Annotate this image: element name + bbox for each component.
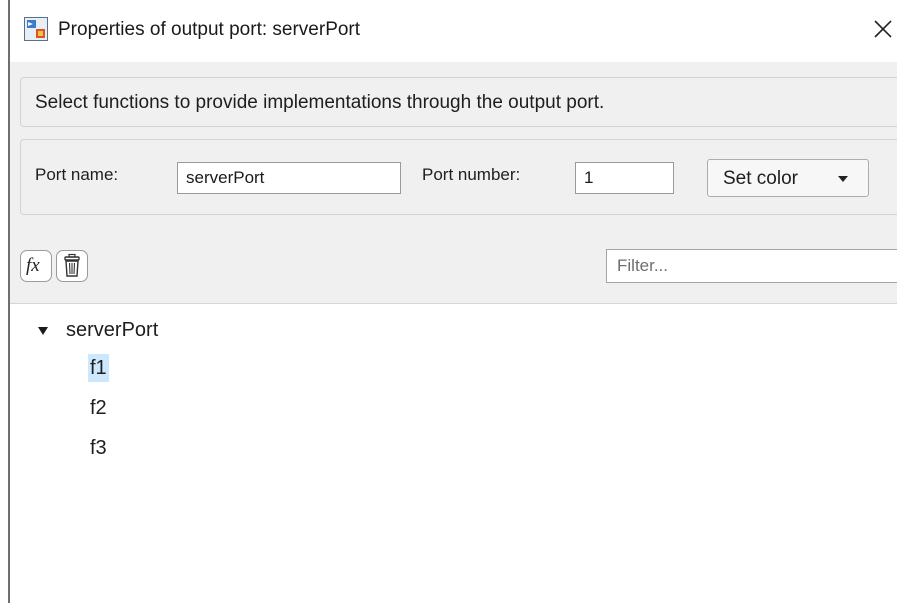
- title-bar: Properties of output port: serverPort: [10, 0, 897, 62]
- port-number-label: Port number:: [422, 165, 521, 184]
- tree-item-f1[interactable]: f1: [88, 354, 109, 382]
- tree-item-f2[interactable]: f2: [88, 394, 109, 422]
- fx-icon: fx: [26, 255, 40, 276]
- tree-root-label: serverPort: [66, 319, 159, 341]
- port-settings-panel: Port name: Port number: Set color: [20, 139, 897, 215]
- close-icon: [874, 20, 892, 38]
- properties-dialog: Properties of output port: serverPort Se…: [0, 0, 897, 603]
- description-panel: Select functions to provide implementati…: [20, 77, 897, 127]
- port-number-field[interactable]: [575, 162, 674, 194]
- close-button[interactable]: [868, 14, 897, 44]
- window-title: Properties of output port: serverPort: [58, 19, 361, 40]
- tree-item-f3[interactable]: f3: [88, 434, 109, 462]
- dialog-content: Select functions to provide implementati…: [10, 62, 897, 603]
- expand-triangle-icon[interactable]: [38, 327, 48, 335]
- set-color-label: Set color: [723, 168, 798, 189]
- filter-input[interactable]: [606, 249, 897, 283]
- trash-icon: [64, 253, 80, 277]
- port-name-field[interactable]: [177, 162, 401, 194]
- set-color-button[interactable]: Set color: [707, 159, 869, 197]
- delete-button[interactable]: [56, 250, 88, 282]
- port-properties-icon: [24, 17, 48, 41]
- function-tree: serverPort f1 f2 f3: [10, 303, 897, 603]
- description-text: Select functions to provide implementati…: [35, 92, 605, 113]
- port-name-label: Port name:: [35, 165, 119, 184]
- chevron-down-icon: [838, 176, 848, 182]
- add-function-button[interactable]: fx: [20, 250, 52, 282]
